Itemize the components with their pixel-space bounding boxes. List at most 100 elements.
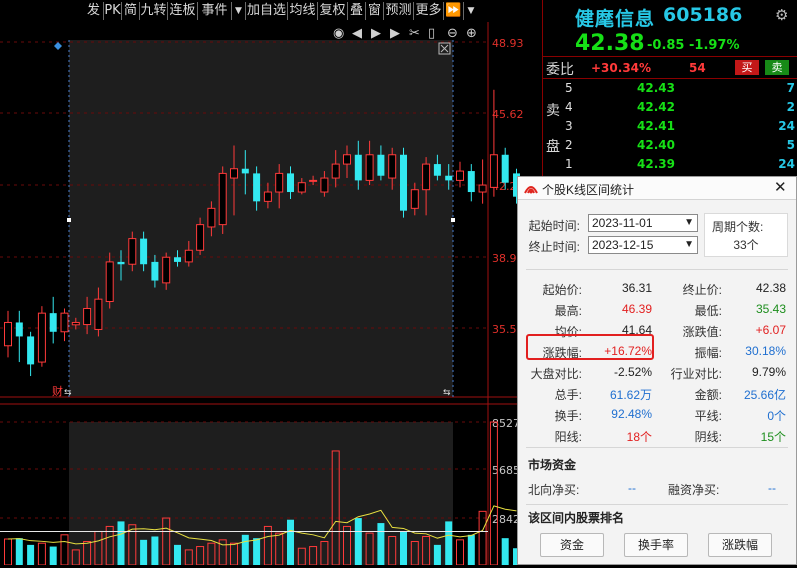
- interval-shade: [69, 40, 453, 396]
- toolbar-item-4[interactable]: 连板: [168, 2, 198, 20]
- toolbar-item-9[interactable]: 叠: [348, 2, 366, 20]
- stat-label: 最低:: [694, 304, 722, 318]
- toolbar-item-2[interactable]: 简: [122, 2, 140, 20]
- stock-name: 健麾信息: [575, 8, 656, 30]
- candle-body: [174, 257, 181, 262]
- price-tick-label: 38.9: [492, 252, 517, 265]
- candle-body: [241, 168, 249, 174]
- start-date-select[interactable]: 2023-11-01 ▼: [588, 214, 698, 232]
- fast-forward-icon[interactable]: ⏩: [444, 2, 464, 20]
- volume-bar: [27, 544, 35, 565]
- toolbar-item-10[interactable]: 窗: [366, 2, 384, 20]
- app-logo-icon: [524, 186, 538, 194]
- dialog-titlebar[interactable]: 个股K线区间统计 ✕: [518, 177, 796, 200]
- kline-chart[interactable]: 48.93 45.62 42.2 38.9 35.5 8527 5685 2842 ◉ ◀ ▶ ▶ ✂ ▯…: [0, 22, 542, 566]
- candle-body: [15, 322, 23, 337]
- ask-price[interactable]: 42.39: [637, 157, 675, 171]
- stat-value: 46.39: [621, 302, 652, 316]
- stat-value: 61.62万: [609, 388, 652, 402]
- candle-body: [218, 172, 227, 226]
- rank-by-funds-button[interactable]: 资金: [540, 533, 604, 557]
- candle-body: [94, 298, 103, 330]
- next-icon: ▶: [390, 26, 400, 41]
- toolbar-item-7[interactable]: 均线: [288, 2, 318, 20]
- ask-volume: 7: [786, 81, 795, 95]
- candle-body: [445, 175, 453, 181]
- caret-down-icon[interactable]: ▼: [232, 2, 246, 20]
- ask-price[interactable]: 42.43: [637, 81, 675, 95]
- volume-bar: [377, 523, 385, 565]
- ask-side-label: 卖: [546, 103, 560, 119]
- ask-volume: 5: [786, 138, 795, 152]
- buy-button[interactable]: 买: [735, 60, 759, 75]
- chevron-down-icon: ▼: [684, 239, 694, 250]
- candle-body: [140, 238, 148, 265]
- chevron-down-icon: ▼: [684, 217, 694, 228]
- sell-button[interactable]: 卖: [765, 60, 789, 75]
- ask-level: 5: [565, 81, 573, 95]
- divider: [543, 78, 797, 79]
- stat-label: 振幅:: [694, 346, 722, 360]
- ask-price[interactable]: 42.40: [637, 138, 675, 152]
- weibi-label: 委比: [546, 62, 574, 78]
- candle-body: [433, 164, 441, 176]
- ask-level: 3: [565, 119, 573, 133]
- prev-icon: ◀: [352, 26, 362, 41]
- diamond-marker: [54, 42, 62, 50]
- volume-bar: [241, 534, 249, 565]
- highlight-box: [526, 334, 654, 360]
- caret-down-icon[interactable]: ▼: [464, 2, 478, 20]
- end-time-label: 终止时间:: [528, 240, 580, 254]
- divider: [543, 56, 797, 57]
- north-flow-label: 北向净买:: [528, 483, 580, 497]
- ask-level: 2: [565, 138, 573, 152]
- period-count-label: 周期个数:: [712, 220, 764, 234]
- toolbar-item-0[interactable]: 发: [84, 2, 104, 20]
- ask-price[interactable]: 42.41: [637, 119, 675, 133]
- stat-value: 15个: [760, 430, 786, 444]
- candle-body: [320, 177, 329, 193]
- zoom-in-icon: ⊕: [466, 26, 477, 41]
- candle-body: [207, 207, 216, 228]
- toolbar-item-12[interactable]: 更多: [414, 2, 444, 20]
- volume-bar: [433, 544, 441, 565]
- range-arrow-icon: ⇆: [64, 388, 72, 398]
- toolbar-item-3[interactable]: 九转: [140, 2, 168, 20]
- candle-body: [422, 163, 431, 191]
- volume-bar: [478, 510, 487, 566]
- rank-by-turnover-button[interactable]: 换手率: [624, 533, 688, 557]
- stat-value: 92.48%: [611, 407, 652, 421]
- rank-by-change-button[interactable]: 涨跌幅: [708, 533, 772, 557]
- divider: [526, 447, 788, 448]
- candle-body: [467, 171, 475, 193]
- kline-chart-svg[interactable]: 48.9345.6242.238.935.5852756852842◉ ◀ ▶ ▶ ✂ ▯…: [0, 22, 542, 566]
- lock-icon: ▯: [428, 26, 435, 41]
- toolbar-item-8[interactable]: 复权: [318, 2, 348, 20]
- interval-stats-dialog: 个股K线区间统计 ✕ 起始时间: 2023-11-01 ▼ 终止时间: 2023…: [517, 176, 797, 565]
- gear-icon[interactable]: ⚙: [775, 6, 788, 24]
- volume-bar: [354, 518, 362, 565]
- stat-label: 阴线:: [694, 430, 722, 444]
- stat-value: 42.38: [755, 281, 786, 295]
- volume-bar: [456, 539, 464, 566]
- volume-bar: [49, 546, 57, 565]
- toolbar-item-5[interactable]: 事件: [198, 2, 232, 20]
- candle-body: [309, 179, 318, 182]
- chart-toolbar: 发 PK 简九转 连板 事件 ▼ 加自选 均线 复权叠窗预测 更多 ⏩ ▼: [0, 0, 490, 22]
- weibi-value: +30.34%: [591, 61, 652, 75]
- dialog-title: 个股K线区间统计: [542, 183, 635, 197]
- price-change: -0.85: [647, 38, 685, 53]
- candle-body: [287, 173, 294, 193]
- market-funds-title: 市场资金: [528, 458, 577, 472]
- ask-price[interactable]: 42.42: [637, 100, 675, 114]
- close-icon[interactable]: ✕: [774, 178, 787, 196]
- toolbar-item-11[interactable]: 预测: [384, 2, 414, 20]
- candle-body: [117, 261, 125, 265]
- toolbar-item-6[interactable]: 加自选: [246, 2, 288, 20]
- volume-bar: [60, 534, 69, 566]
- toolbar-item-1[interactable]: PK: [104, 2, 122, 20]
- candle-body: [377, 154, 385, 176]
- end-date-select[interactable]: 2023-12-15 ▼: [588, 236, 698, 254]
- divider: [526, 504, 788, 505]
- rank-title: 该区间内股票排名: [528, 511, 625, 525]
